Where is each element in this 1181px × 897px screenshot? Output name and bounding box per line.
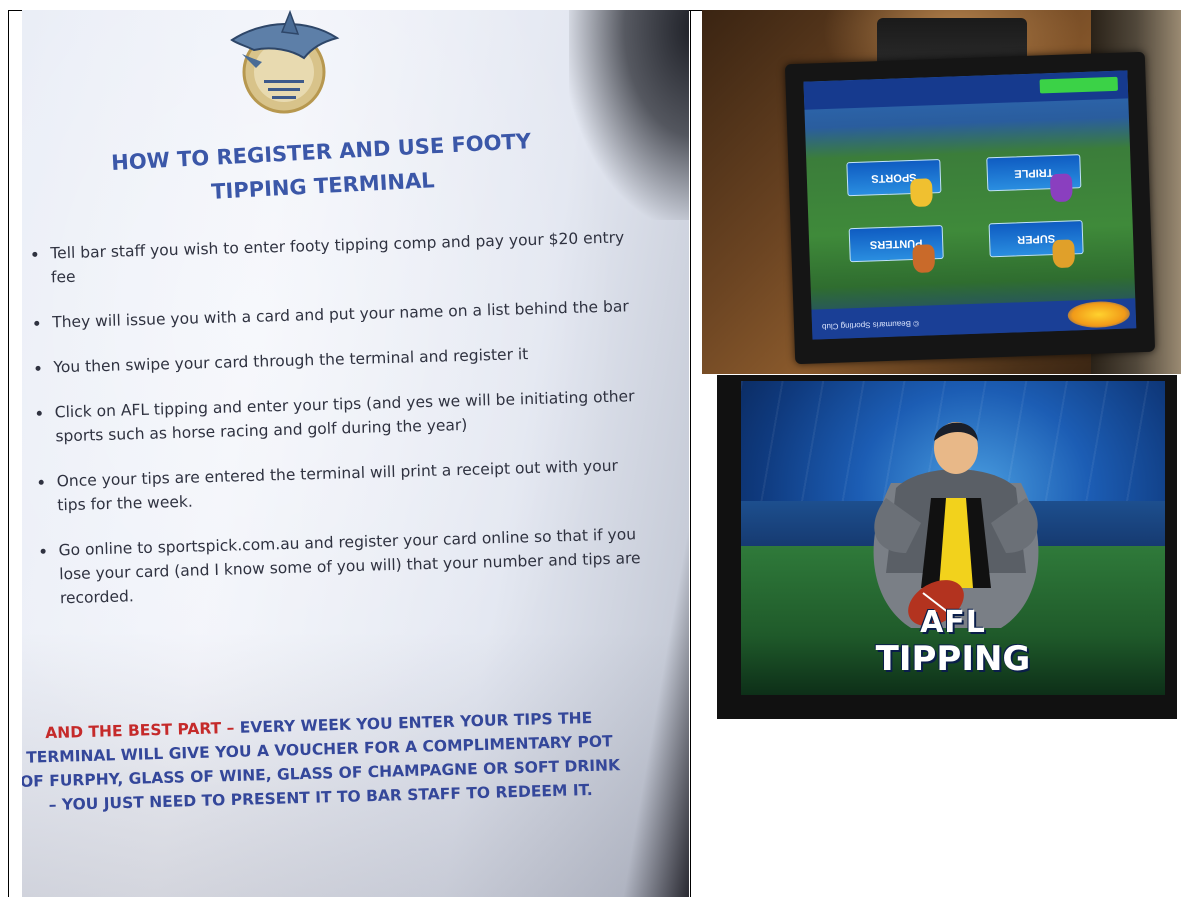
afl-screen: AFL TIPPING bbox=[741, 381, 1165, 695]
bullet-icon bbox=[40, 548, 46, 554]
mascot-icon bbox=[1049, 173, 1073, 203]
afl-title-line-1: AFL bbox=[920, 605, 986, 640]
screen-header-bar bbox=[803, 70, 1129, 110]
step-text: Click on AFL tipping and enter your tips… bbox=[54, 387, 635, 446]
terminal-monitor: SPORTS TRIPLE PUNTERS SUPER © Beaumaris … bbox=[784, 51, 1156, 365]
list-item: You then swipe your card through the ter… bbox=[33, 339, 643, 380]
bullet-icon bbox=[38, 479, 44, 485]
footer-accent: AND THE BEST PART – bbox=[44, 718, 235, 743]
terminal-screen: SPORTS TRIPLE PUNTERS SUPER © Beaumaris … bbox=[803, 70, 1137, 340]
tile-label: SPORTS bbox=[871, 170, 917, 185]
terminal-photo: SPORTS TRIPLE PUNTERS SUPER © Beaumaris … bbox=[702, 10, 1181, 374]
tile-sports: SPORTS bbox=[846, 159, 942, 208]
mascot-icon bbox=[1052, 239, 1076, 269]
divider-line bbox=[690, 10, 691, 897]
step-text: Once your tips are entered the terminal … bbox=[56, 456, 619, 515]
flyer-photo: HOW TO REGISTER AND USE FOOTY TIPPING TE… bbox=[22, 10, 689, 897]
screen-footer-bar: © Beaumaris Sporting Club bbox=[811, 298, 1137, 340]
club-name-text: © Beaumaris Sporting Club bbox=[821, 318, 920, 332]
list-item: Once your tips are entered the terminal … bbox=[36, 453, 647, 518]
tile-triple: TRIPLE bbox=[986, 154, 1082, 203]
left-border bbox=[8, 10, 9, 897]
list-item: Go online to sportspick.com.au and regis… bbox=[38, 522, 650, 611]
flyer-footer: AND THE BEST PART – EVERY WEEK YOU ENTER… bbox=[22, 705, 623, 818]
mascot-icon bbox=[909, 178, 933, 208]
bullet-icon bbox=[34, 320, 40, 326]
tile-label: TRIPLE bbox=[1014, 166, 1054, 180]
bullet-icon bbox=[32, 251, 38, 257]
list-item: Click on AFL tipping and enter your tips… bbox=[34, 384, 645, 449]
bullet-icon bbox=[36, 410, 42, 416]
tile-super: SUPER bbox=[988, 220, 1084, 269]
superhero-mascot-icon bbox=[873, 422, 1039, 628]
afl-screen-photo: AFL TIPPING bbox=[717, 375, 1177, 719]
bullet-icon bbox=[35, 365, 41, 371]
afl-title-line-2: TIPPING bbox=[875, 639, 1031, 679]
mascot-icon bbox=[912, 244, 936, 274]
step-text: They will issue you with a card and put … bbox=[52, 297, 629, 332]
club-logo-icon bbox=[230, 10, 340, 114]
list-item: They will issue you with a card and put … bbox=[32, 294, 642, 335]
tile-label: SUPER bbox=[1016, 232, 1056, 246]
flyer-steps-list: Tell bar staff you wish to enter footy t… bbox=[30, 225, 651, 632]
tile-punters: PUNTERS bbox=[848, 224, 944, 274]
step-text: Go online to sportspick.com.au and regis… bbox=[58, 525, 641, 608]
sportspick-logo-icon bbox=[1067, 300, 1131, 329]
screen-green-button bbox=[1039, 76, 1118, 94]
step-text: You then swipe your card through the ter… bbox=[53, 345, 529, 377]
